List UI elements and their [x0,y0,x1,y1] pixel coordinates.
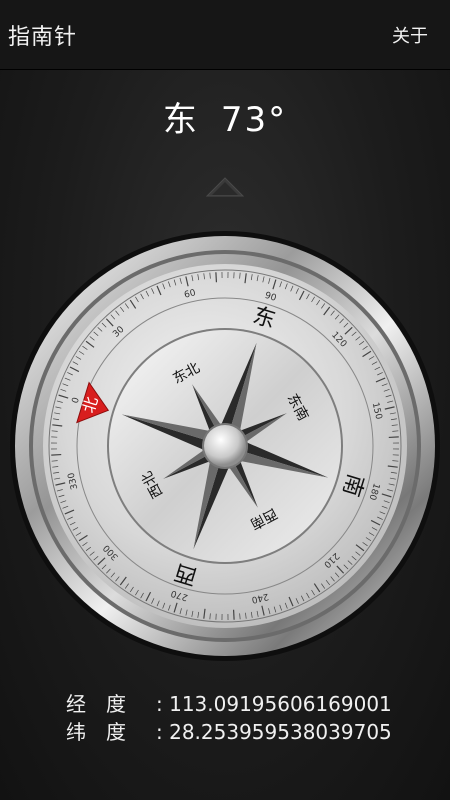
about-button[interactable]: 关于 [392,22,428,48]
tick-mark [51,453,62,456]
latitude-value: : 28.253959538039705 [156,720,392,744]
tick-mark [232,609,235,620]
longitude-row: 经 度 : 113.09195606169001 [66,690,392,718]
heading-pointer-icon [205,177,245,197]
tick-mark [388,436,399,439]
heading-degrees: 73° [220,100,288,140]
longitude-label: 经 度 [66,692,126,716]
app-bar: 指南针 关于 [0,0,450,70]
coordinates-panel: 经 度 : 113.09195606169001 纬 度 : 28.253959… [66,690,392,746]
app-title: 指南针 [8,24,78,50]
longitude-value: : 113.09195606169001 [156,692,392,716]
compass-dial: 03060 90120150180210240270300330 东南西 东北东南… [10,231,440,661]
latitude-row: 纬 度 : 28.253959538039705 [66,718,392,746]
latitude-label: 纬 度 [66,720,126,744]
heading-readout: 东 73° [0,92,450,141]
compass-hub [204,425,246,467]
heading-direction: 东 [162,100,199,140]
tick-mark [215,272,218,283]
